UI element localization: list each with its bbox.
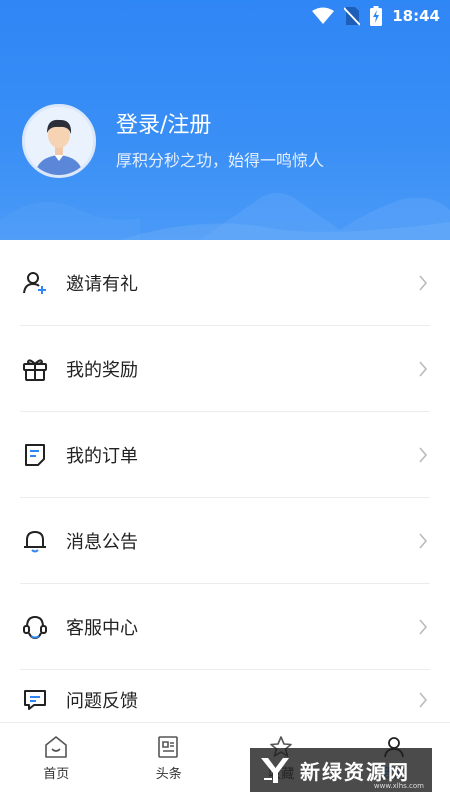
avatar[interactable]: [22, 104, 96, 178]
menu-label: 我的奖励: [66, 360, 138, 381]
gift-icon: [22, 356, 48, 382]
watermark-url: www.xlhs.com: [373, 782, 424, 790]
profile-block[interactable]: 登录/注册 厚积分秒之功，始得一鸣惊人: [22, 104, 324, 178]
home-icon: [45, 736, 68, 758]
menu-item-orders[interactable]: 我的订单: [0, 412, 450, 498]
menu-item-notices[interactable]: 消息公告: [0, 498, 450, 584]
menu-item-feedback[interactable]: 问题反馈: [0, 670, 450, 730]
wifi-icon: [312, 7, 335, 24]
chevron-right-icon: [419, 619, 428, 635]
status-time: 18:44: [392, 7, 440, 25]
tab-news[interactable]: 头条: [113, 723, 226, 800]
tab-label: 首页: [43, 767, 70, 782]
chevron-right-icon: [419, 692, 428, 708]
news-icon: [157, 736, 178, 758]
menu-item-invite[interactable]: 邀请有礼: [0, 240, 450, 326]
customer-service-icon: [22, 614, 48, 640]
order-icon: [22, 442, 48, 468]
menu-list: 邀请有礼 我的奖励 我的订单 消息公告 客服中心 问题反馈: [0, 240, 450, 730]
default-avatar-icon: [25, 107, 93, 175]
menu-label: 消息公告: [66, 532, 138, 553]
profile-header: 18:44 登录/注册 厚积分秒之功，始得一鸣惊人: [0, 0, 450, 240]
chevron-right-icon: [419, 361, 428, 377]
watermark-logo-icon: [261, 758, 289, 783]
status-bar: 18:44: [0, 0, 450, 36]
tab-label: 头条: [155, 767, 182, 782]
menu-label: 邀请有礼: [66, 274, 138, 295]
chevron-right-icon: [419, 533, 428, 549]
menu-label: 客服中心: [66, 618, 138, 639]
menu-item-customer-service[interactable]: 客服中心: [0, 584, 450, 670]
slogan-text: 厚积分秒之功，始得一鸣惊人: [116, 151, 325, 170]
bell-icon: [22, 528, 48, 554]
watermark-text: 新绿资源网: [300, 759, 410, 784]
chevron-right-icon: [419, 447, 428, 463]
menu-label: 问题反馈: [66, 691, 138, 712]
chevron-right-icon: [419, 275, 428, 291]
tab-home[interactable]: 首页: [0, 723, 113, 800]
menu-label: 我的订单: [66, 446, 138, 467]
watermark: 新绿资源网 www.xlhs.com: [250, 748, 432, 792]
invite-user-icon: [22, 270, 48, 296]
menu-item-rewards[interactable]: 我的奖励: [0, 326, 450, 412]
feedback-icon: [22, 687, 48, 713]
battery-charging-icon: [370, 6, 383, 26]
no-sim-icon: [344, 7, 361, 26]
login-register-link[interactable]: 登录/注册: [116, 111, 324, 141]
